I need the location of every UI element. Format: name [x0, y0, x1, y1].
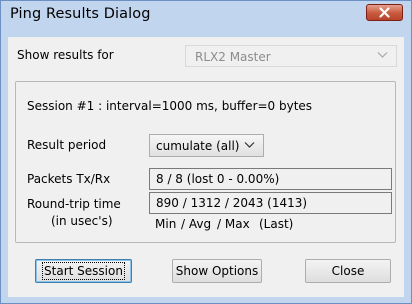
round-trip-label: Round-trip time — [27, 197, 121, 211]
chevron-down-icon — [244, 142, 255, 148]
title-bar[interactable]: Ping Results Dialog — [1, 1, 411, 31]
legend-max: / Max — [217, 217, 250, 231]
legend-min: Min — [155, 217, 177, 231]
show-options-button[interactable]: Show Options — [172, 259, 262, 283]
show-results-label: Show results for — [17, 48, 114, 62]
start-session-button[interactable]: Start Session — [35, 259, 132, 283]
close-icon — [379, 7, 390, 18]
close-window-button[interactable] — [366, 4, 403, 21]
packets-value: 8 / 8 (lost 0 - 0.00%) — [156, 172, 280, 186]
round-trip-unit-label: (in usec's) — [51, 214, 113, 228]
close-label: Close — [331, 264, 365, 278]
round-trip-value: 890 / 1312 / 2043 (1413) — [156, 196, 308, 210]
result-period-value: cumulate (all) — [156, 139, 240, 153]
show-results-select[interactable]: RLX2 Master — [185, 45, 397, 67]
start-session-label: Start Session — [42, 262, 125, 280]
legend-last: (Last) — [259, 217, 294, 231]
show-options-label: Show Options — [175, 264, 259, 278]
session-info: Session #1 : interval=1000 ms, buffer=0 … — [27, 99, 313, 113]
result-period-label: Result period — [27, 138, 107, 152]
packets-field: 8 / 8 (lost 0 - 0.00%) — [149, 168, 392, 190]
packets-label: Packets Tx/Rx — [27, 172, 111, 186]
chevron-down-icon — [377, 52, 388, 58]
round-trip-field: 890 / 1312 / 2043 (1413) — [149, 192, 392, 214]
window-title: Ping Results Dialog — [10, 6, 151, 22]
ping-results-dialog: Ping Results Dialog Show results for RLX… — [0, 0, 412, 304]
dialog-body: Show results for RLX2 Master Session #1 … — [8, 37, 404, 297]
show-results-value: RLX2 Master — [195, 50, 271, 64]
close-button[interactable]: Close — [305, 259, 391, 283]
legend-avg: / Avg — [181, 217, 212, 231]
result-period-select[interactable]: cumulate (all) — [149, 134, 264, 157]
